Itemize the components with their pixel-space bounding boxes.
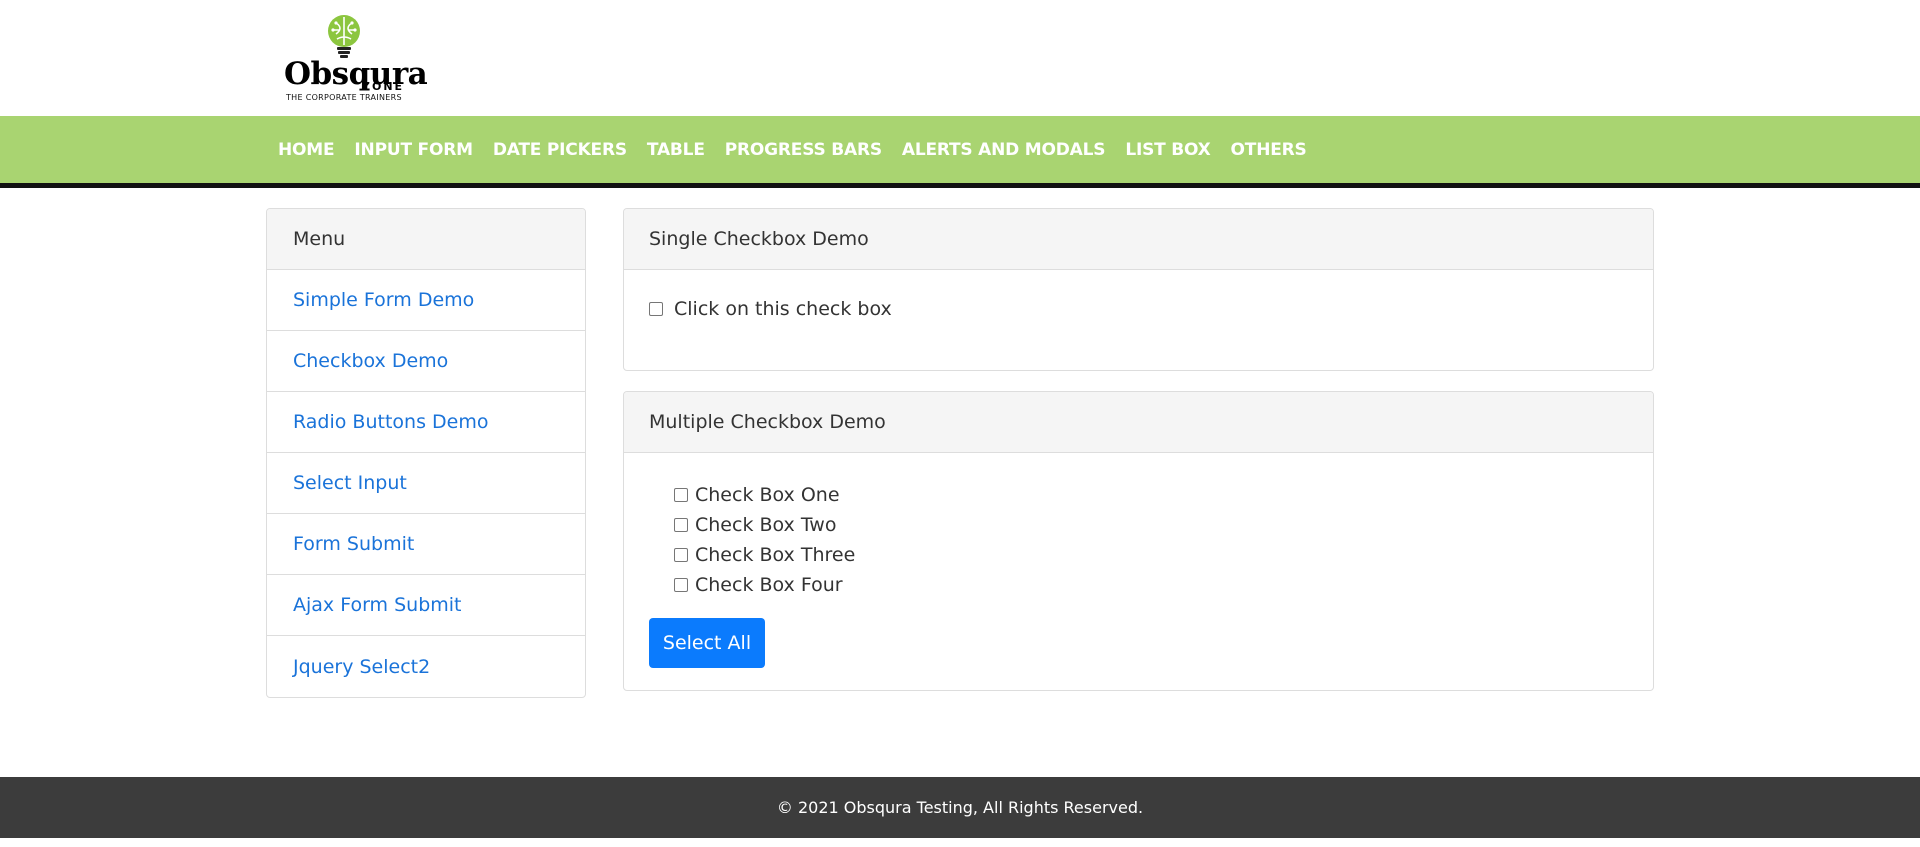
lightbulb-brain-icon: [328, 15, 360, 58]
brand-sub: ZONE: [362, 80, 405, 93]
brand-tagline: THE CORPORATE TRAINERS: [286, 93, 402, 102]
checkbox-three-label: Check Box Three: [695, 544, 856, 566]
brand-name: Obsqura: [284, 56, 428, 92]
single-checkbox[interactable]: [649, 302, 663, 316]
checkbox-list: Check Box One Check Box Two Check Box Th…: [674, 480, 855, 600]
nav-table[interactable]: TABLE: [637, 140, 715, 160]
sidebar-title: Menu: [267, 209, 585, 270]
checkbox-one[interactable]: [674, 488, 688, 502]
sidebar-item-select-input[interactable]: Select Input: [267, 453, 585, 514]
checkbox-row-two[interactable]: Check Box Two: [674, 510, 855, 540]
checkbox-four-label: Check Box Four: [695, 574, 843, 596]
nav-menu: HOME INPUT FORM DATE PICKERS TABLE PROGR…: [268, 116, 1317, 183]
nav-input-form[interactable]: INPUT FORM: [344, 140, 482, 160]
sidebar-item-simple-form-demo[interactable]: Simple Form Demo: [267, 270, 585, 331]
site-footer: © 2021 Obsqura Testing, All Rights Reser…: [0, 777, 1920, 838]
sidebar-item-form-submit[interactable]: Form Submit: [267, 514, 585, 575]
multiple-checkbox-title: Multiple Checkbox Demo: [624, 392, 1653, 453]
select-all-button[interactable]: Select All: [649, 618, 765, 668]
nav-home[interactable]: HOME: [268, 140, 344, 160]
single-checkbox-label: Click on this check box: [674, 298, 892, 320]
checkbox-row-one[interactable]: Check Box One: [674, 480, 855, 510]
footer-copyright: © 2021 Obsqura Testing, All Rights Reser…: [776, 798, 1144, 817]
checkbox-two-label: Check Box Two: [695, 514, 837, 536]
checkbox-four[interactable]: [674, 578, 688, 592]
sidebar-item-checkbox-demo[interactable]: Checkbox Demo: [267, 331, 585, 392]
checkbox-three[interactable]: [674, 548, 688, 562]
single-checkbox-row[interactable]: Click on this check box: [649, 298, 892, 320]
main-navbar: HOME INPUT FORM DATE PICKERS TABLE PROGR…: [0, 116, 1920, 183]
sidebar-menu: Menu Simple Form Demo Checkbox Demo Radi…: [266, 208, 586, 698]
single-checkbox-title: Single Checkbox Demo: [624, 209, 1653, 270]
single-checkbox-panel: Single Checkbox Demo Click on this check…: [623, 208, 1654, 371]
sidebar-item-radio-buttons-demo[interactable]: Radio Buttons Demo: [267, 392, 585, 453]
nav-list-box[interactable]: LIST BOX: [1115, 140, 1220, 160]
checkbox-one-label: Check Box One: [695, 484, 840, 506]
nav-alerts-and-modals[interactable]: ALERTS AND MODALS: [892, 140, 1115, 160]
brand-logo[interactable]: Obsqura ZONE THE CORPORATE TRAINERS: [284, 14, 428, 104]
nav-date-pickers[interactable]: DATE PICKERS: [483, 140, 637, 160]
checkbox-row-three[interactable]: Check Box Three: [674, 540, 855, 570]
sidebar-item-ajax-form-submit[interactable]: Ajax Form Submit: [267, 575, 585, 636]
site-header: Obsqura ZONE THE CORPORATE TRAINERS: [0, 0, 1920, 116]
sidebar-item-jquery-select2[interactable]: Jquery Select2: [267, 636, 585, 697]
nav-progress-bars[interactable]: PROGRESS BARS: [715, 140, 892, 160]
nav-others[interactable]: OTHERS: [1221, 140, 1317, 160]
multiple-checkbox-panel: Multiple Checkbox Demo Check Box One Che…: [623, 391, 1654, 691]
checkbox-two[interactable]: [674, 518, 688, 532]
checkbox-row-four[interactable]: Check Box Four: [674, 570, 855, 600]
navbar-divider: [0, 183, 1920, 188]
